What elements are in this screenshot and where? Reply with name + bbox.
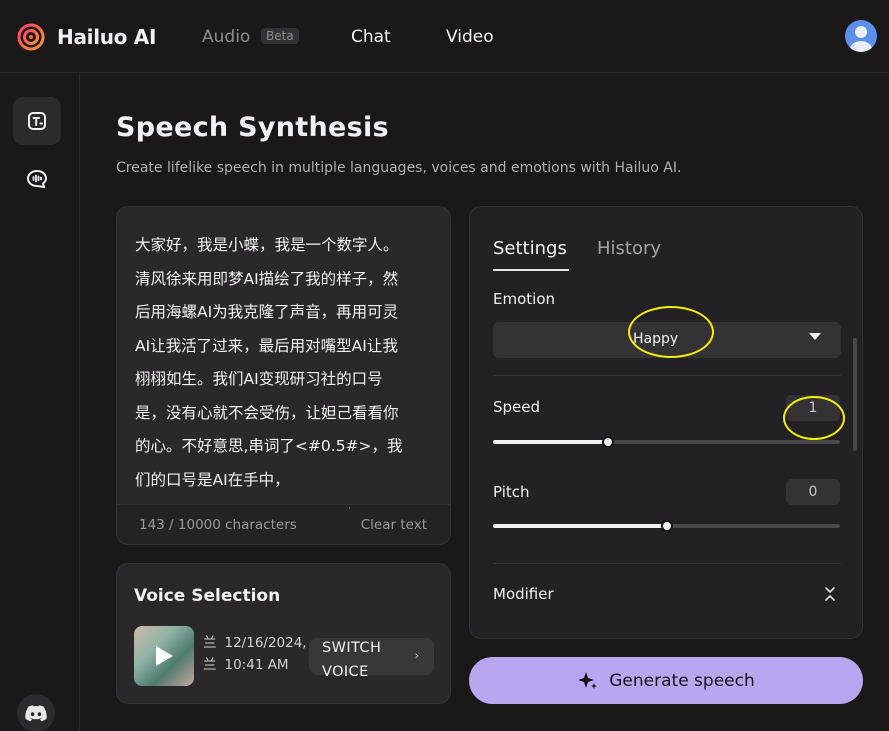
discord-icon — [25, 704, 47, 721]
beta-badge: Beta — [261, 28, 299, 44]
voice-flag-icon: 兰 — [203, 635, 217, 651]
voice-time-text: 10:41 AM — [224, 657, 289, 673]
modifier-label[interactable]: Modifier — [493, 585, 554, 603]
tab-settings[interactable]: Settings — [493, 238, 567, 259]
voice-date-text: 12/16/2024, — [224, 635, 307, 651]
emotion-value: Happy — [633, 331, 679, 347]
pitch-value-input[interactable]: 0 — [786, 479, 840, 505]
speed-value-input[interactable]: 1 — [786, 395, 840, 421]
chevron-right-icon: › — [414, 649, 419, 662]
pitch-slider[interactable] — [493, 520, 840, 532]
voice-date: 兰 12/16/2024, — [203, 631, 307, 651]
voice-time: 兰 10:41 AM — [203, 653, 289, 673]
pitch-slider-handle[interactable] — [660, 520, 673, 532]
divider — [493, 563, 841, 564]
expand-icon[interactable] — [824, 587, 836, 601]
speed-slider-handle[interactable] — [601, 436, 614, 448]
divider — [493, 375, 841, 376]
voice-selection-card: Voice Selection 兰 12/16/2024, 兰 10:41 AM S… — [116, 563, 451, 704]
user-avatar[interactable] — [845, 20, 877, 52]
nav-video[interactable]: Video — [446, 27, 494, 47]
settings-panel: Settings History Emotion Happy Speed 1 P… — [469, 206, 863, 639]
generate-speech-button[interactable]: Generate speech — [469, 657, 863, 704]
text-input-footer: ˙ 143 / 10000 characters Clear text — [117, 504, 450, 544]
chevron-down-icon — [809, 333, 821, 340]
emotion-label: Emotion — [493, 290, 555, 308]
sparkle-icon — [578, 671, 598, 689]
speed-slider-fill — [493, 440, 608, 444]
discord-button[interactable] — [17, 694, 55, 731]
clear-text-button[interactable]: Clear text — [361, 517, 427, 533]
play-icon — [156, 646, 173, 666]
switch-voice-label: SWITCH VOICE — [322, 640, 382, 680]
text-to-speech-icon — [28, 112, 46, 130]
page-subtitle: Create lifelike speech in multiple langu… — [116, 160, 682, 176]
pitch-slider-fill — [493, 524, 667, 528]
speed-slider[interactable] — [493, 436, 840, 448]
page-title: Speech Synthesis — [116, 112, 389, 143]
voice-flag-icon: 兰 — [203, 657, 217, 673]
emotion-dropdown[interactable]: Happy — [493, 322, 841, 358]
sidebar-item-text-to-speech[interactable] — [13, 97, 61, 145]
voice-selection-title: Voice Selection — [134, 586, 281, 606]
top-bar: Hailuo AI Audio Beta Chat Video — [0, 0, 889, 73]
nav-chat[interactable]: Chat — [351, 27, 391, 47]
nav-audio[interactable]: Audio — [202, 27, 250, 47]
hailuo-logo-icon[interactable] — [17, 23, 45, 51]
text-input-box[interactable]: 大家好，我是小蝶，我是一个数字人。清风徐来用即梦AI描绘了我的样子，然后用海螺A… — [116, 206, 451, 545]
text-input-content[interactable]: 大家好，我是小蝶，我是一个数字人。清风徐来用即梦AI描绘了我的样子，然后用海螺A… — [135, 229, 405, 503]
voice-chat-icon — [26, 169, 48, 189]
tab-history[interactable]: History — [597, 238, 661, 259]
switch-voice-button[interactable]: SWITCH VOICE › — [309, 638, 434, 680]
sidebar — [0, 73, 80, 731]
generate-speech-label: Generate speech — [609, 670, 755, 691]
pitch-label: Pitch — [493, 483, 530, 501]
brand-name[interactable]: Hailuo AI — [57, 25, 156, 49]
speed-label: Speed — [493, 398, 541, 416]
voice-play-button[interactable] — [134, 626, 194, 686]
user-avatar-icon — [850, 26, 872, 52]
resize-handle-icon: ˙ — [347, 507, 352, 518]
settings-scrollbar[interactable] — [853, 338, 857, 451]
sidebar-item-voice-chat[interactable] — [13, 155, 61, 203]
active-tab-indicator — [493, 269, 569, 271]
character-count: 143 / 10000 characters — [139, 517, 297, 533]
